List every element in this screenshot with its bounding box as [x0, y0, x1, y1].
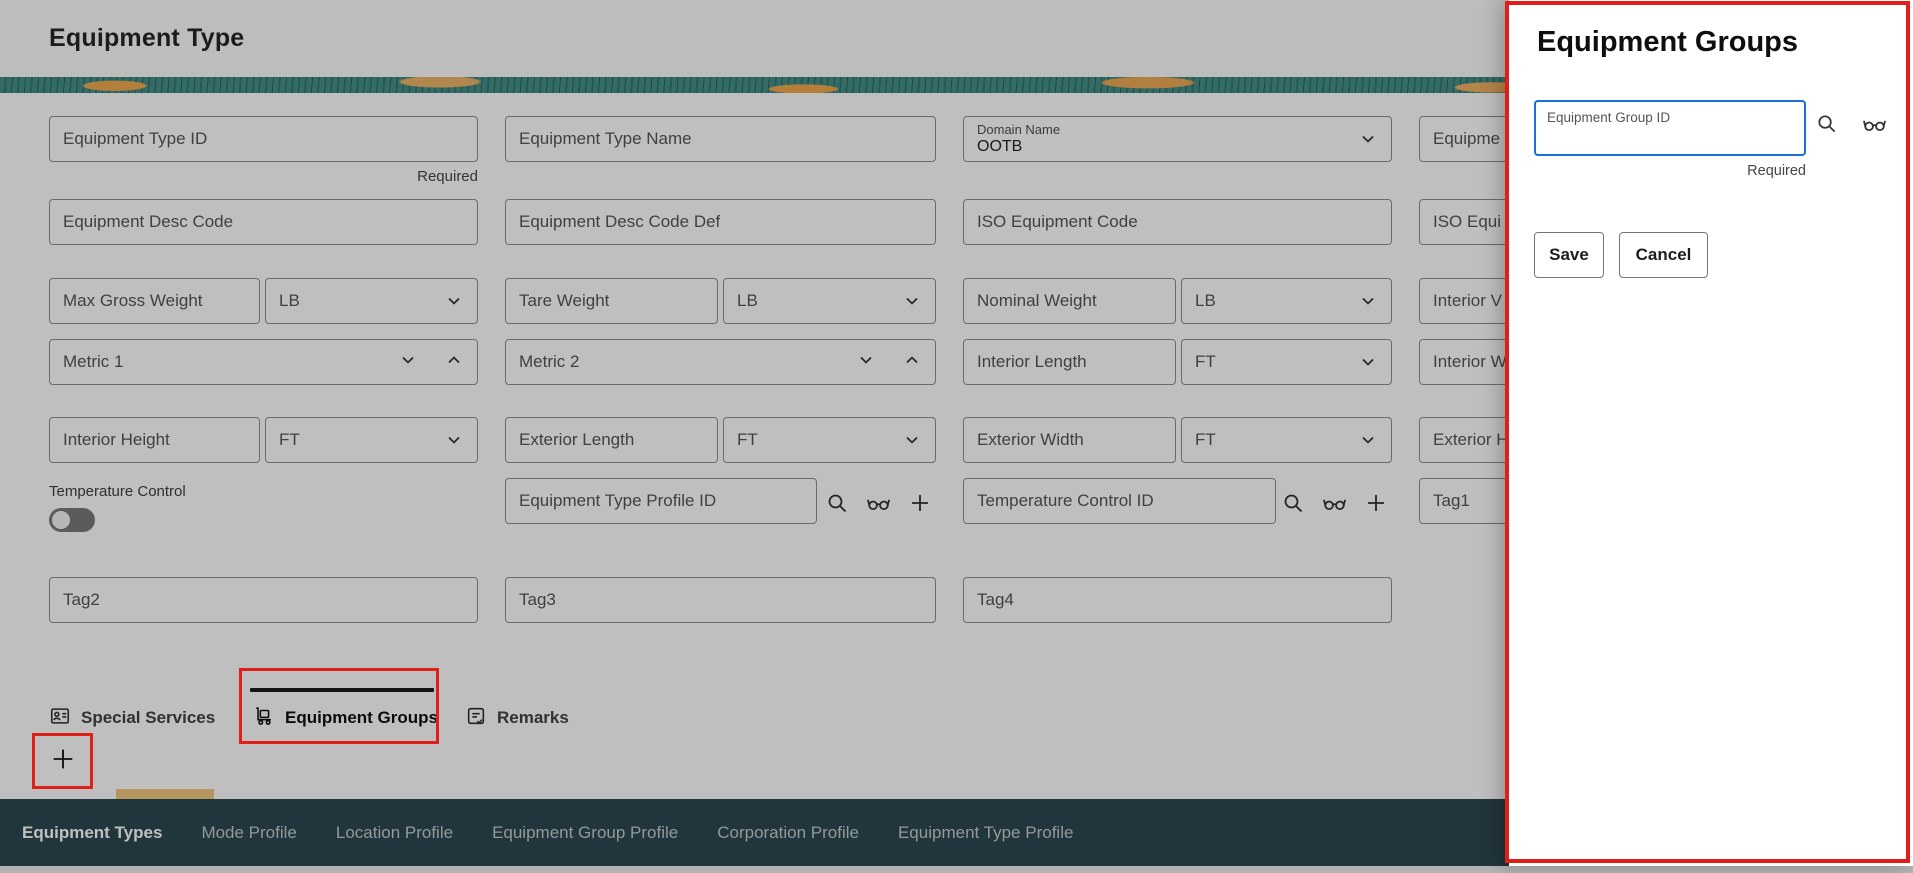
- drawer-title: Equipment Groups: [1537, 26, 1798, 58]
- cancel-button[interactable]: Cancel: [1619, 232, 1708, 278]
- app-screen: Equipment Type Equipment Type ID Require…: [0, 0, 1913, 873]
- equipment-groups-drawer: Equipment Groups Equipment Group ID Requ…: [1509, 0, 1913, 866]
- equipment-group-id-label: Equipment Group ID: [1547, 110, 1671, 125]
- search-icon[interactable]: [1815, 112, 1838, 135]
- glasses-icon[interactable]: [1861, 110, 1888, 137]
- equipment-group-id-input[interactable]: Equipment Group ID: [1534, 100, 1806, 156]
- required-hint: Required: [1747, 163, 1806, 179]
- save-button[interactable]: Save: [1534, 232, 1604, 278]
